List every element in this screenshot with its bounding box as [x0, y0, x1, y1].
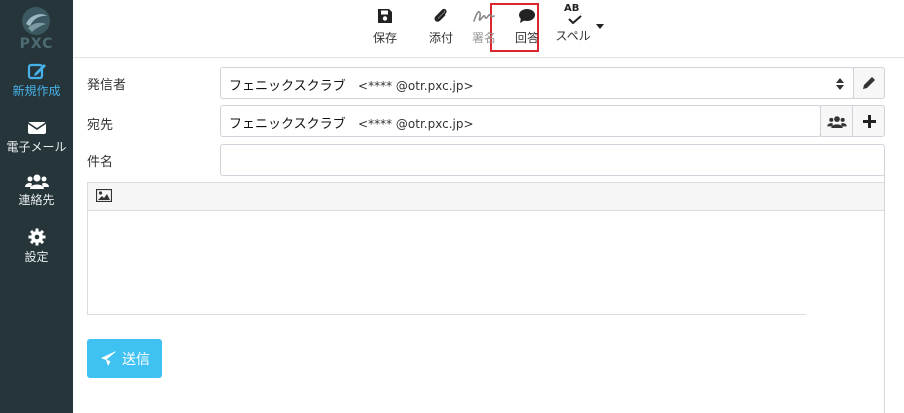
speech-bubble-icon: [519, 9, 535, 23]
paperclip-icon: [434, 8, 447, 22]
sidebar-item-contacts[interactable]: 連絡先: [0, 173, 73, 225]
edit-sender-button[interactable]: [853, 67, 885, 99]
logo-text: PXC: [19, 36, 54, 52]
editor-resize-gap: [806, 314, 886, 316]
image-icon[interactable]: [96, 189, 112, 202]
compose-toolbar: 保存 添付 署名 回答 AB スペル: [73, 0, 904, 58]
sidebar-item-label: 連絡先: [18, 193, 55, 207]
pxc-logo: PXC: [0, 0, 73, 56]
save-label: 保存: [372, 31, 397, 45]
spell-check-icon: AB: [562, 3, 584, 24]
pencil-icon: [863, 77, 875, 89]
from-value: フェニックスクラブ <**** @otr.pxc.jp>: [229, 79, 474, 94]
reply-button[interactable]: 回答: [512, 6, 542, 52]
sidebar-item-settings[interactable]: 設定: [0, 228, 73, 280]
signature-icon: [473, 10, 495, 22]
caret-down-icon[interactable]: [596, 24, 604, 30]
from-label: 発信者: [87, 78, 127, 93]
contacts-icon: [24, 174, 49, 189]
subject-label: 件名: [87, 155, 114, 170]
plus-icon: [863, 115, 876, 128]
address-book-button[interactable]: [820, 105, 853, 137]
reply-label: 回答: [514, 31, 539, 45]
sidebar-item-label: 設定: [24, 250, 49, 264]
attach-label: 添付: [428, 31, 453, 45]
signature-label: 署名: [471, 31, 496, 45]
signature-button[interactable]: 署名: [469, 6, 499, 52]
spell-check-button[interactable]: AB スペル: [553, 3, 593, 52]
envelope-icon: [27, 122, 46, 134]
send-button[interactable]: 送信: [87, 339, 162, 378]
to-label: 宛先: [87, 118, 114, 133]
select-arrows-icon: [836, 78, 844, 90]
spell-label: スペル: [555, 29, 591, 43]
compose-icon: [27, 63, 46, 80]
save-button[interactable]: 保存: [368, 6, 402, 52]
attach-button[interactable]: 添付: [423, 6, 459, 52]
sidebar-item-email[interactable]: 電子メール: [0, 120, 73, 172]
paper-plane-icon: [101, 351, 116, 366]
right-divider: [884, 174, 885, 413]
sidebar: PXC 新規作成 電子メール 連絡先 設定: [0, 0, 73, 413]
to-value: フェニックスクラブ <**** @otr.pxc.jp>: [229, 117, 474, 132]
add-recipient-button[interactable]: [852, 105, 885, 137]
sidebar-item-label: 電子メール: [6, 140, 67, 154]
contacts-icon: [827, 116, 847, 128]
message-editor[interactable]: [87, 182, 886, 316]
from-select[interactable]: フェニックスクラブ <**** @otr.pxc.jp>: [220, 67, 854, 99]
editor-toolbar: [88, 183, 884, 211]
subject-input[interactable]: [220, 144, 885, 176]
floppy-disk-icon: [378, 9, 392, 23]
to-field[interactable]: フェニックスクラブ <**** @otr.pxc.jp>: [220, 105, 821, 137]
sidebar-item-compose[interactable]: 新規作成: [0, 62, 73, 114]
send-label: 送信: [122, 352, 150, 368]
gear-icon: [28, 228, 45, 246]
sidebar-item-label: 新規作成: [12, 84, 61, 98]
